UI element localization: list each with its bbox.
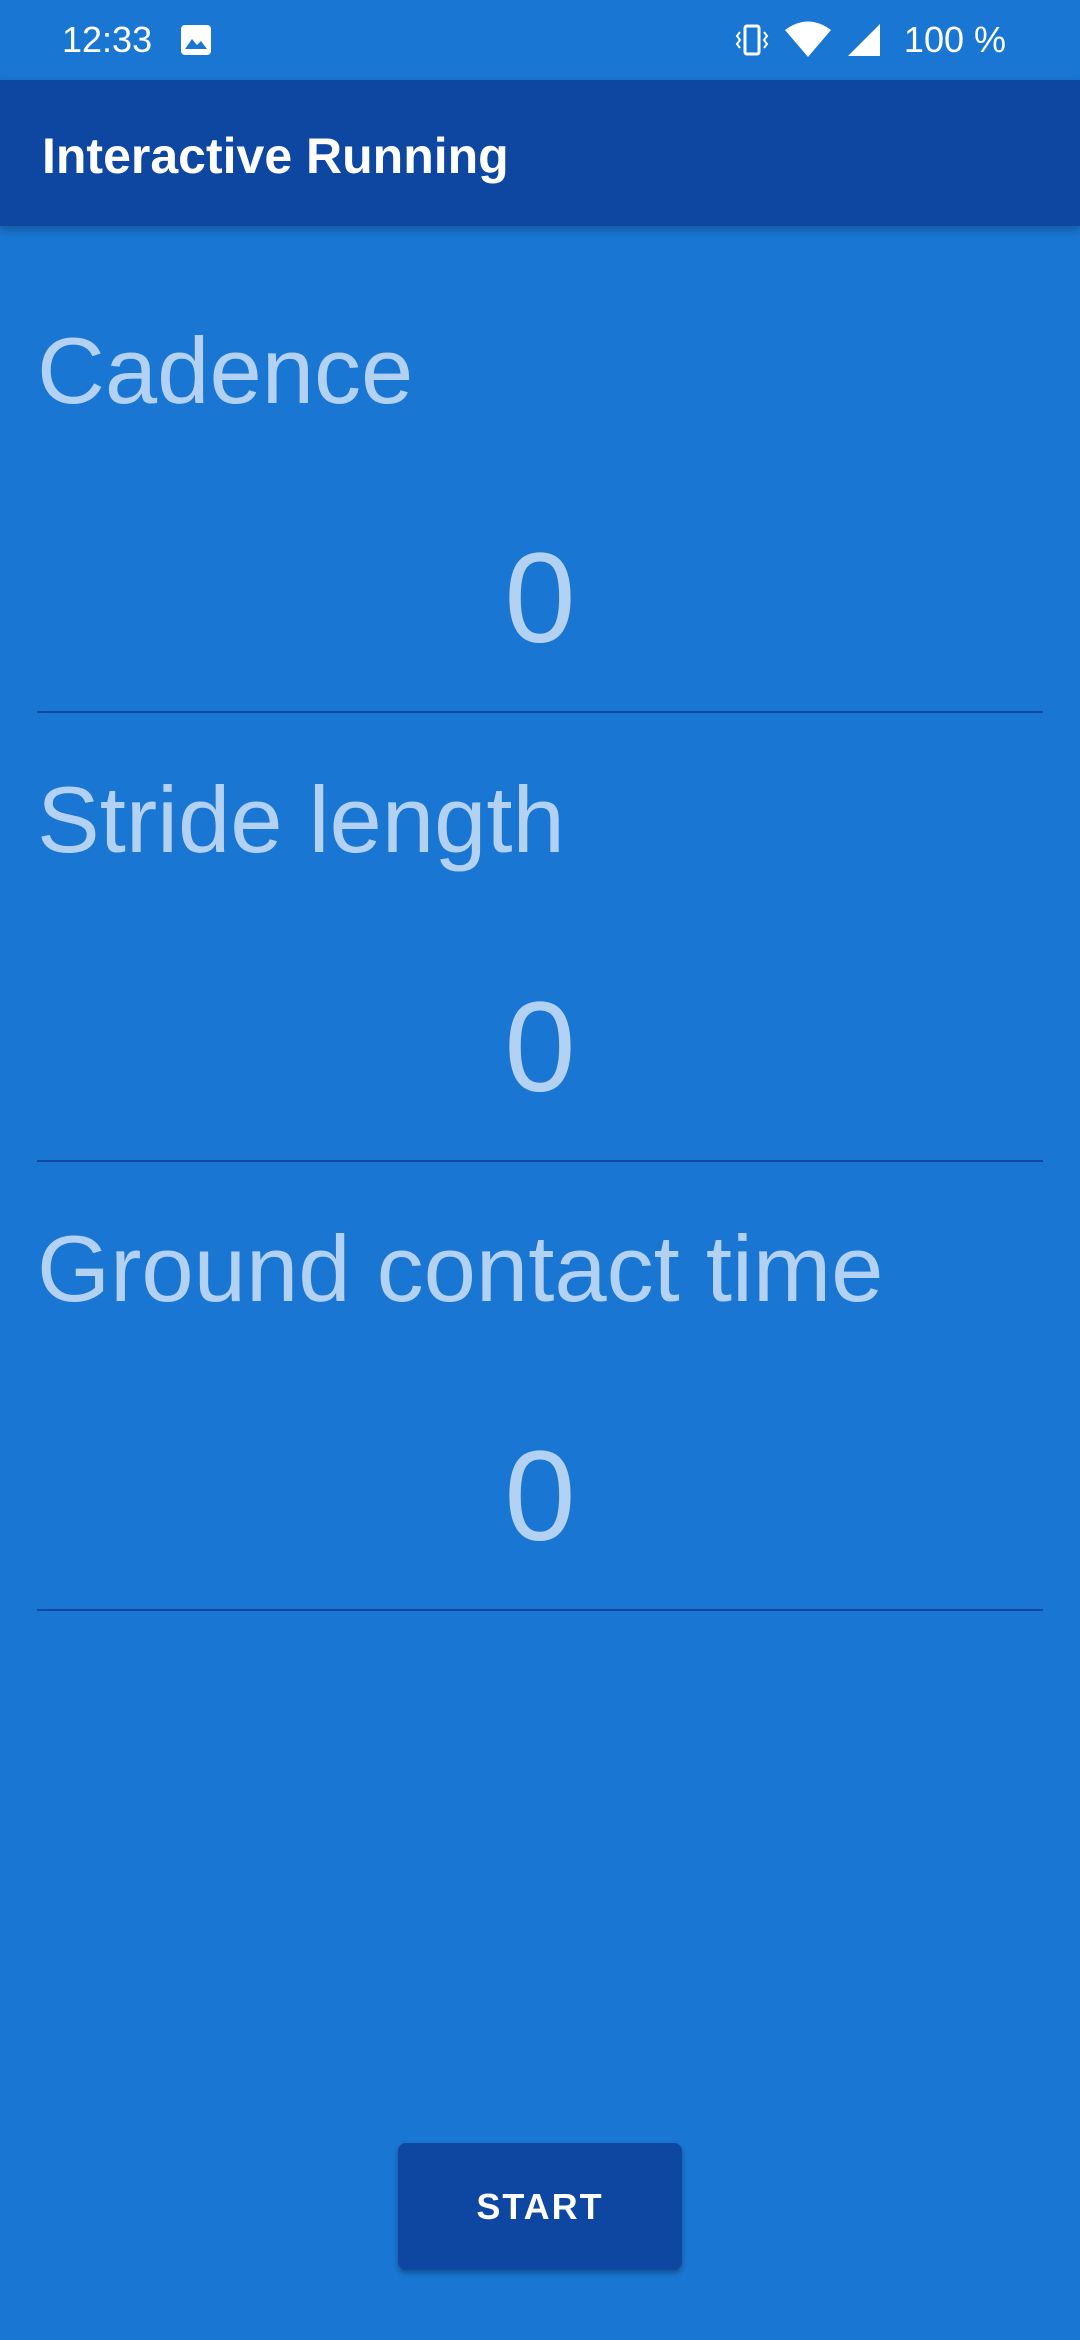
metric-label: Stride length	[37, 767, 565, 872]
metric-label: Ground contact time	[37, 1216, 884, 1321]
app-bar: Interactive Running	[0, 80, 1080, 226]
gallery-icon	[180, 24, 212, 56]
wifi-icon	[784, 21, 832, 59]
metric-label: Cadence	[37, 318, 414, 423]
metric-ground-contact-time: Ground contact time 0	[37, 1160, 1043, 1611]
metric-stride-length: Stride length 0	[37, 711, 1043, 1162]
status-time: 12:33	[62, 19, 153, 60]
metric-value: 0	[504, 976, 576, 1119]
metric-value: 0	[504, 1425, 576, 1568]
status-bar: 12:33 100 %	[0, 0, 1080, 80]
start-button[interactable]: START	[398, 2143, 682, 2270]
signal-icon	[846, 22, 882, 58]
page-title: Interactive Running	[42, 128, 509, 184]
metric-value: 0	[504, 527, 576, 670]
metric-cadence: Cadence 0	[37, 262, 1043, 713]
status-icons: 100 %	[734, 18, 1006, 62]
vibrate-icon	[734, 22, 770, 58]
battery-percentage: 100 %	[903, 19, 1006, 60]
